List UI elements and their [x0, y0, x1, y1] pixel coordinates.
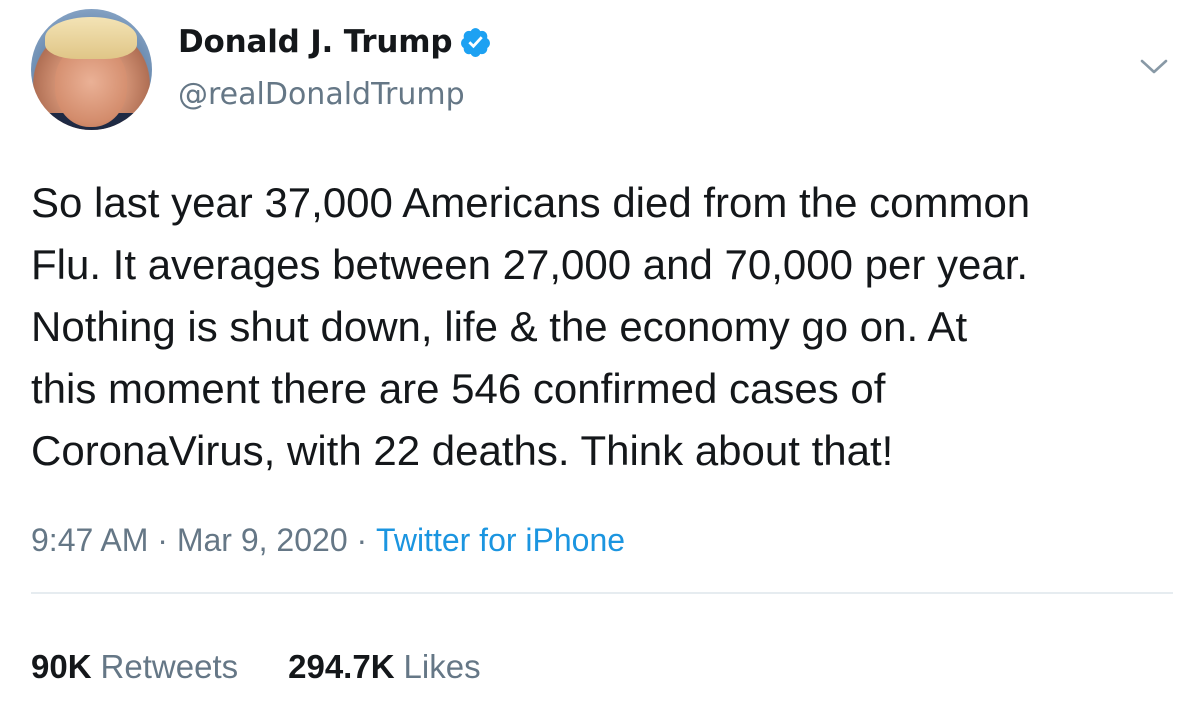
retweets-stat[interactable]: 90K Retweets — [31, 648, 238, 686]
retweets-label: Retweets — [100, 648, 239, 685]
verified-badge-icon — [461, 27, 491, 57]
meta-separator: · — [356, 522, 368, 558]
meta-separator: · — [157, 522, 168, 558]
chevron-down-icon[interactable] — [1139, 56, 1169, 78]
likes-stat[interactable]: 294.7K Likes — [288, 648, 480, 686]
retweets-count: 90K — [31, 648, 92, 685]
likes-label: Likes — [403, 648, 481, 685]
tweet-meta: 9:47 AM · Mar 9, 2020 · Twitter for iPho… — [31, 522, 625, 559]
author-display-name[interactable]: Donald J. Trump — [178, 24, 453, 60]
tweet-source-link[interactable]: Twitter for iPhone — [376, 522, 625, 559]
author-name-row[interactable]: Donald J. Trump — [178, 24, 492, 60]
avatar-hair — [45, 17, 137, 59]
avatar[interactable] — [31, 9, 152, 130]
divider — [31, 592, 1173, 594]
author-handle[interactable]: @realDonaldTrump — [178, 77, 465, 112]
tweet-stats: 90K Retweets 294.7K Likes — [31, 648, 481, 686]
tweet-date[interactable]: Mar 9, 2020 — [177, 522, 348, 559]
likes-count: 294.7K — [288, 648, 395, 685]
tweet-text: So last year 37,000 Americans died from … — [31, 179, 1031, 474]
tweet-time[interactable]: 9:47 AM — [31, 522, 148, 559]
